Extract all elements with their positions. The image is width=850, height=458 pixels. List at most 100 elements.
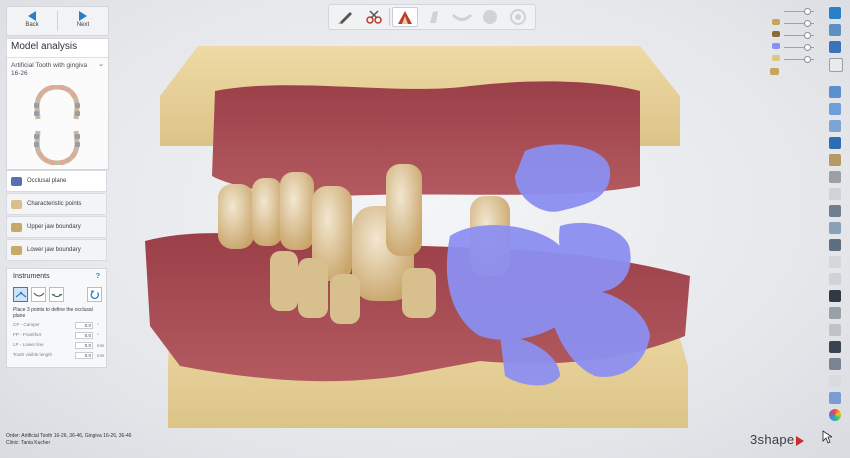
layers-icon[interactable] (829, 205, 841, 217)
gingiva-opacity-slider[interactable] (772, 31, 814, 39)
plane-tool-button[interactable] (13, 287, 28, 302)
toolbar-button-sculpt[interactable] (477, 7, 503, 27)
view-back-icon[interactable] (829, 103, 841, 115)
step-upper-jaw-boundary[interactable]: Upper jaw boundary (6, 216, 107, 238)
next-button[interactable]: Next (58, 7, 108, 35)
param-value-field[interactable]: 0.0 (75, 342, 93, 349)
slider-knob[interactable] (804, 44, 811, 51)
color-wheel-icon[interactable] (829, 409, 841, 421)
slider-knob[interactable] (804, 20, 811, 27)
align-icon[interactable] (829, 358, 841, 370)
toolbar-button-tooth[interactable] (421, 7, 447, 27)
order-info: Order: Artificial Tooth 16-26, 36-46, Gi… (6, 433, 132, 447)
characteristic-points-icon (11, 200, 22, 209)
model-analysis-panel: Model analysis Artificial Tooth with gin… (6, 38, 109, 368)
instruction-hint: Place 3 points to define the occlusal pl… (13, 307, 93, 319)
arrow-left-icon (28, 11, 36, 21)
curve-tool-button[interactable] (31, 287, 46, 302)
back-button[interactable]: Back (7, 7, 57, 35)
slider-knob[interactable] (804, 8, 811, 15)
texture-icon[interactable] (829, 239, 841, 251)
param-label: LP - Lower line (13, 342, 44, 347)
3d-model-viewport[interactable] (140, 36, 700, 431)
view-right-icon[interactable] (829, 137, 841, 149)
camera-icon[interactable] (829, 290, 841, 302)
chevron-down-icon[interactable] (829, 341, 841, 353)
mouse-cursor-icon (822, 430, 832, 444)
tooth-icon (430, 11, 438, 23)
toolbar-button-cut[interactable] (361, 7, 387, 27)
client-value: Tania Kucher (20, 440, 51, 446)
arrow-right-icon (79, 11, 87, 21)
ruler-icon[interactable] (829, 392, 841, 404)
workflow-toolbar (328, 4, 536, 30)
toolbar-button-finish[interactable] (505, 7, 531, 27)
occlusal-plane-icon (11, 177, 22, 186)
lower-model-opacity-slider[interactable] (772, 55, 814, 63)
tooth-type-selector[interactable]: Artificial Tooth with gingiva 16-26 ⌄ (7, 58, 108, 78)
param-row: FP - Frankfort 0.0 ° (13, 332, 105, 340)
order-label: Order: (6, 433, 21, 439)
sculpt-icon (483, 10, 497, 24)
param-unit: mm (97, 343, 105, 348)
slider-knob[interactable] (804, 56, 811, 63)
slider-knob[interactable] (804, 32, 811, 39)
undo-icon (90, 290, 100, 300)
tooth-range-text: 16-26 (11, 70, 28, 77)
settings-icon[interactable] (829, 375, 841, 387)
lower-jaw-icon (772, 55, 780, 61)
step-label: Occlusal plane (27, 178, 67, 184)
antagonist-icon[interactable] (770, 68, 779, 75)
pen-icon (338, 12, 352, 24)
view-toolbar (826, 4, 844, 422)
warning-icon[interactable] (829, 256, 841, 268)
instruments-box: Instruments ? Place 3 points to define t… (6, 268, 107, 368)
panel-title: Model analysis (7, 39, 108, 58)
points-tool-button[interactable] (49, 287, 64, 302)
toolbar-button-gingiva[interactable] (449, 7, 475, 27)
param-value-field[interactable]: 0.0 (75, 322, 93, 329)
toolbar-button-model-analysis[interactable] (392, 7, 418, 27)
gingiva-icon (451, 13, 473, 21)
upper-scan-opacity-slider[interactable] (772, 19, 814, 27)
scissors-icon (366, 10, 382, 24)
instruments-title: Instruments (13, 273, 50, 280)
plane-points-icon (15, 291, 27, 298)
measure-icon[interactable] (829, 154, 841, 166)
tooth-type-text: Artificial Tooth with gingiva (11, 62, 88, 69)
fit-view-icon[interactable] (829, 24, 841, 36)
param-value-field[interactable]: 0.0 (75, 352, 93, 359)
view-front-icon[interactable] (829, 86, 841, 98)
param-value-field[interactable]: 0.0 (75, 332, 93, 339)
view-top-icon[interactable] (829, 58, 843, 72)
step-label: Upper jaw boundary (27, 224, 81, 230)
clip-icon[interactable] (829, 222, 841, 234)
close-icon[interactable] (829, 7, 841, 19)
grid-icon[interactable] (829, 273, 841, 285)
order-line: Order: Artificial Tooth 16-26, 36-46, Gi… (6, 433, 132, 440)
dental-arch-icon (34, 85, 80, 165)
undo-button[interactable] (87, 287, 102, 302)
transparency-icon[interactable] (829, 307, 841, 319)
fullscreen-icon[interactable] (829, 41, 841, 53)
back-label: Back (25, 22, 39, 28)
scan-opacity-slider[interactable] (772, 43, 814, 51)
toolbar-divider (389, 8, 390, 26)
curve-icon (33, 292, 45, 297)
scan-icon (772, 43, 780, 49)
step-lower-jaw-boundary[interactable]: Lower jaw boundary (6, 239, 107, 261)
upper-jaw-icon (11, 223, 22, 232)
help-icon[interactable]: ? (96, 273, 100, 280)
comment-icon[interactable] (829, 324, 841, 336)
step-characteristic-points[interactable]: Characteristic points (6, 193, 107, 215)
step-occlusal-plane[interactable]: Occlusal plane (6, 170, 107, 192)
view-left-icon[interactable] (829, 120, 841, 132)
step-label: Characteristic points (27, 201, 82, 207)
brand-logo: 3shape (750, 432, 805, 447)
logo-triangle-icon (796, 435, 805, 446)
upper-model-opacity-slider[interactable] (780, 8, 814, 15)
toolbar-button-prepare[interactable] (333, 7, 359, 27)
section-icon[interactable] (829, 171, 841, 183)
param-unit: ° (97, 323, 99, 328)
sphere-icon[interactable] (829, 188, 841, 200)
